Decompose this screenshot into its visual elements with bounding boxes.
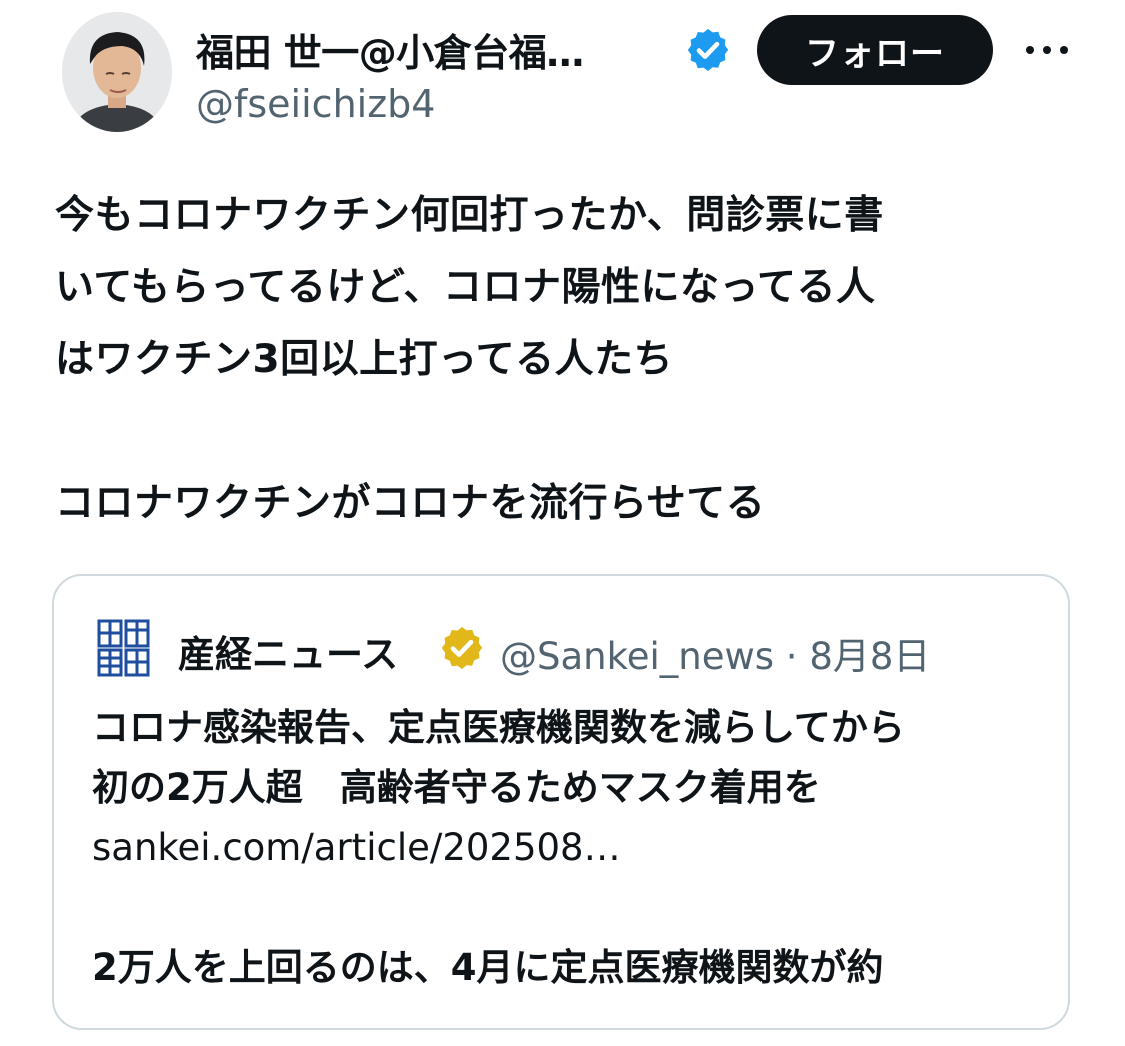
verified-badge-icon: [687, 29, 729, 71]
verified-org-badge-icon: [441, 627, 483, 669]
tweet-line: いてもらってるけど、コロナ陽性になってる人: [55, 265, 876, 310]
tweet-conclusion: コロナワクチンがコロナを流行らせてる: [55, 481, 766, 526]
quoted-tweet-card[interactable]: 産経ニュース @Sankei_news · 8月8日 コロナ感染報告、定点医療機…: [52, 574, 1070, 1030]
quoted-author-meta: @Sankei_news · 8月8日: [500, 626, 930, 680]
tweet-line: 今もコロナワクチン何回打ったか、問診票に書: [55, 193, 884, 238]
follow-button[interactable]: フォロー: [757, 15, 993, 85]
quoted-author-name: 産経ニュース: [178, 633, 399, 676]
quoted-link[interactable]: sankei.com/article/202508…: [92, 818, 1052, 878]
tweet-text: 今もコロナワクチン何回打ったか、問診票に書 いてもらってるけど、コロナ陽性になっ…: [55, 180, 1065, 540]
sankei-logo-icon: [96, 618, 152, 678]
author-avatar[interactable]: [62, 12, 172, 132]
quoted-excerpt: 2万人を上回るのは、4月に定点医療機関数が約: [92, 946, 884, 989]
more-horizontal-icon[interactable]: [1022, 38, 1072, 62]
author-handle[interactable]: @fseiichizb4: [196, 82, 435, 126]
quoted-line: 初の2万人超 高齢者守るためマスク着用を: [92, 766, 821, 809]
author-name[interactable]: 福田 世一@小倉台福…: [196, 22, 584, 77]
quoted-author-handle: @Sankei_news: [500, 635, 775, 678]
quoted-tweet-body: コロナ感染報告、定点医療機関数を減らしてから 初の2万人超 高齢者守るためマスク…: [92, 698, 1052, 998]
quoted-line: コロナ感染報告、定点医療機関数を減らしてから: [92, 706, 905, 749]
tweet-line: はワクチン3回以上打ってる人たち: [55, 337, 674, 382]
meta-separator: ·: [785, 635, 798, 678]
quoted-date: 8月8日: [809, 635, 931, 678]
avatar-image: [62, 12, 172, 132]
